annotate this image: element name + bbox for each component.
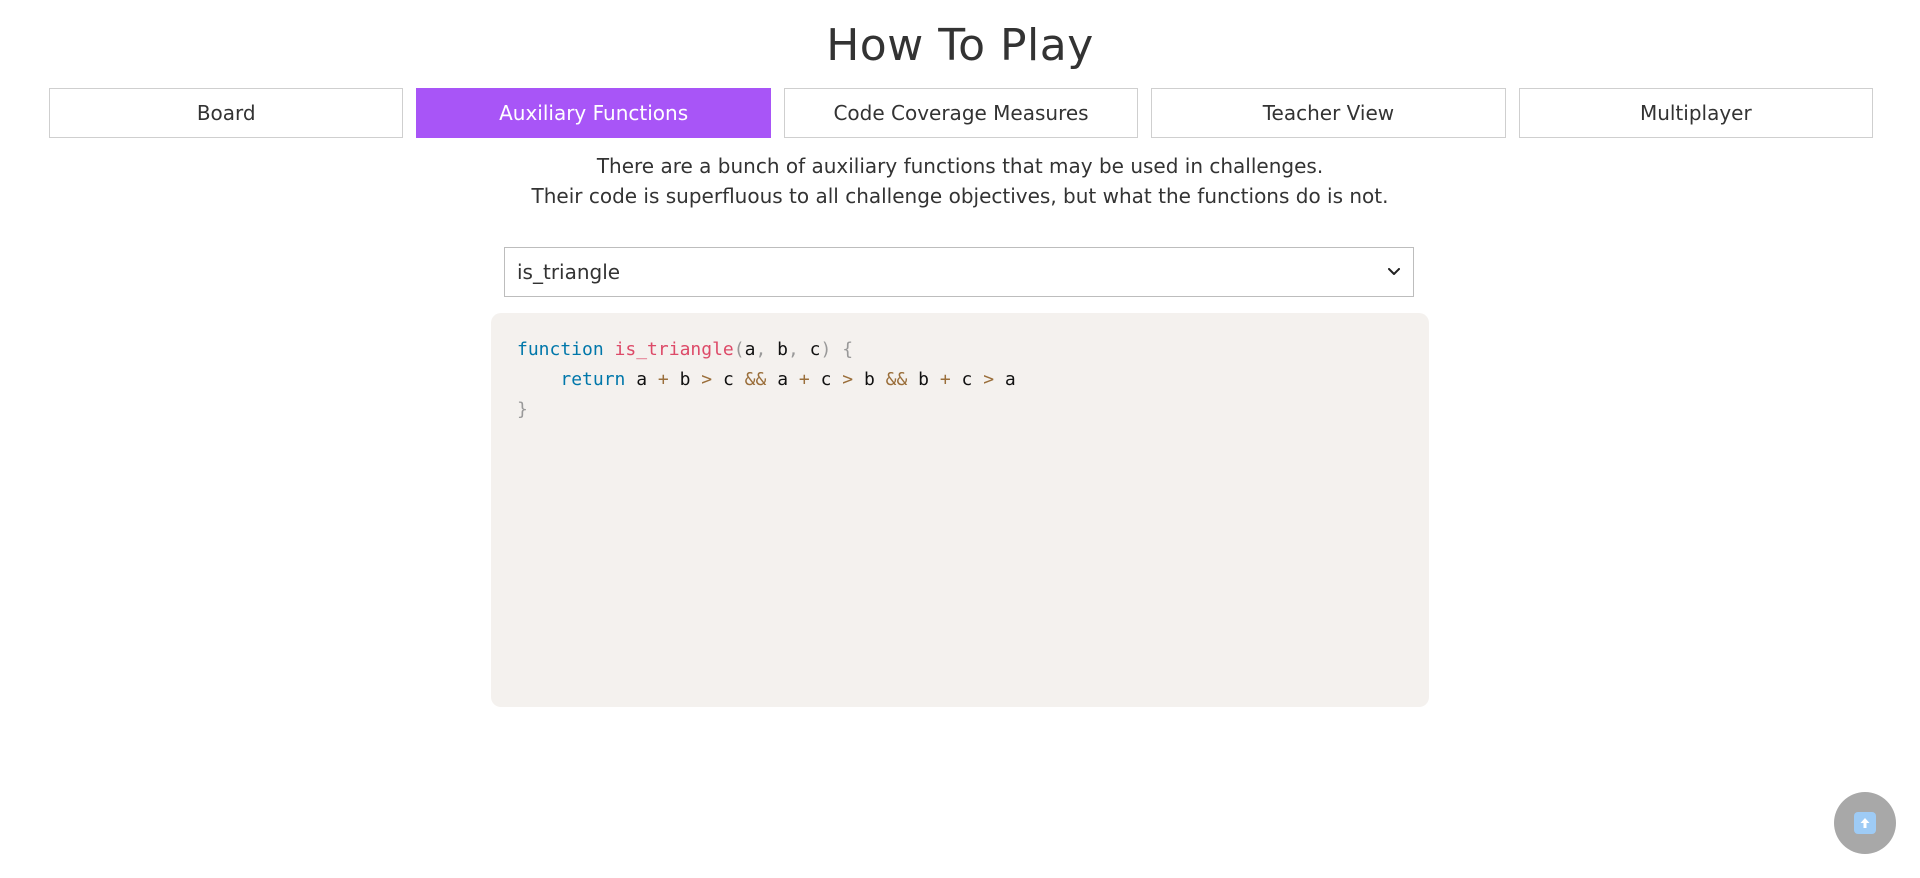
code-op-gt: > [701, 369, 713, 390]
code-keyword-return: return [560, 369, 626, 390]
code-comma: , [755, 339, 767, 360]
chevron-down-icon [1387, 265, 1401, 279]
intro-line-1: There are a bunch of auxiliary functions… [596, 154, 1324, 178]
tab-multiplayer[interactable]: Multiplayer [1518, 88, 1874, 138]
page-title: How To Play [826, 20, 1094, 71]
code-param-a: a [744, 339, 756, 360]
code-op-gt: > [842, 369, 854, 390]
code-op-plus: + [939, 369, 951, 390]
code-var-a: a [777, 369, 789, 390]
code-line-2: return a + b > c && a + c > b && b + c >… [517, 365, 1403, 395]
tab-code-coverage-measures[interactable]: Code Coverage Measures [783, 88, 1139, 138]
tab-bar: Board Auxiliary Functions Code Coverage … [49, 88, 1874, 138]
code-op-and: && [744, 369, 767, 390]
intro-text: There are a bunch of auxiliary functions… [0, 151, 1920, 211]
code-var-b: b [918, 369, 930, 390]
code-paren-close: ) [820, 339, 832, 360]
code-comma: , [787, 339, 799, 360]
tab-teacher-view[interactable]: Teacher View [1151, 88, 1506, 138]
function-select-value: is_triangle [517, 260, 621, 284]
code-var-a: a [636, 369, 648, 390]
code-function-name: is_triangle [614, 339, 734, 360]
arrow-up-icon [1854, 812, 1876, 834]
code-line-3: } [517, 395, 1403, 425]
code-keyword-function: function [517, 339, 604, 360]
tab-board[interactable]: Board [49, 88, 404, 138]
code-var-b: b [863, 369, 875, 390]
code-param-b: b [777, 339, 788, 360]
code-op-gt: > [983, 369, 995, 390]
code-brace-close: } [517, 399, 528, 420]
scroll-to-top-button[interactable] [1834, 792, 1896, 854]
tab-auxiliary-functions[interactable]: Auxiliary Functions [416, 88, 771, 138]
code-brace-open: { [842, 339, 854, 360]
code-op-plus: + [798, 369, 810, 390]
code-paren-open: ( [733, 339, 745, 360]
code-param-c: c [809, 339, 821, 360]
code-block: function is_triangle(a, b, c) { return a… [491, 313, 1429, 707]
code-var-b: b [679, 369, 691, 390]
code-var-c: c [820, 369, 832, 390]
function-select[interactable]: is_triangle [504, 247, 1414, 297]
code-var-c: c [961, 369, 973, 390]
code-line-1: function is_triangle(a, b, c) { [517, 335, 1403, 365]
code-var-a: a [1004, 369, 1016, 390]
code-op-plus: + [657, 369, 669, 390]
intro-line-2: Their code is superfluous to all challen… [531, 184, 1389, 208]
code-var-c: c [722, 369, 734, 390]
code-op-and: && [885, 369, 908, 390]
